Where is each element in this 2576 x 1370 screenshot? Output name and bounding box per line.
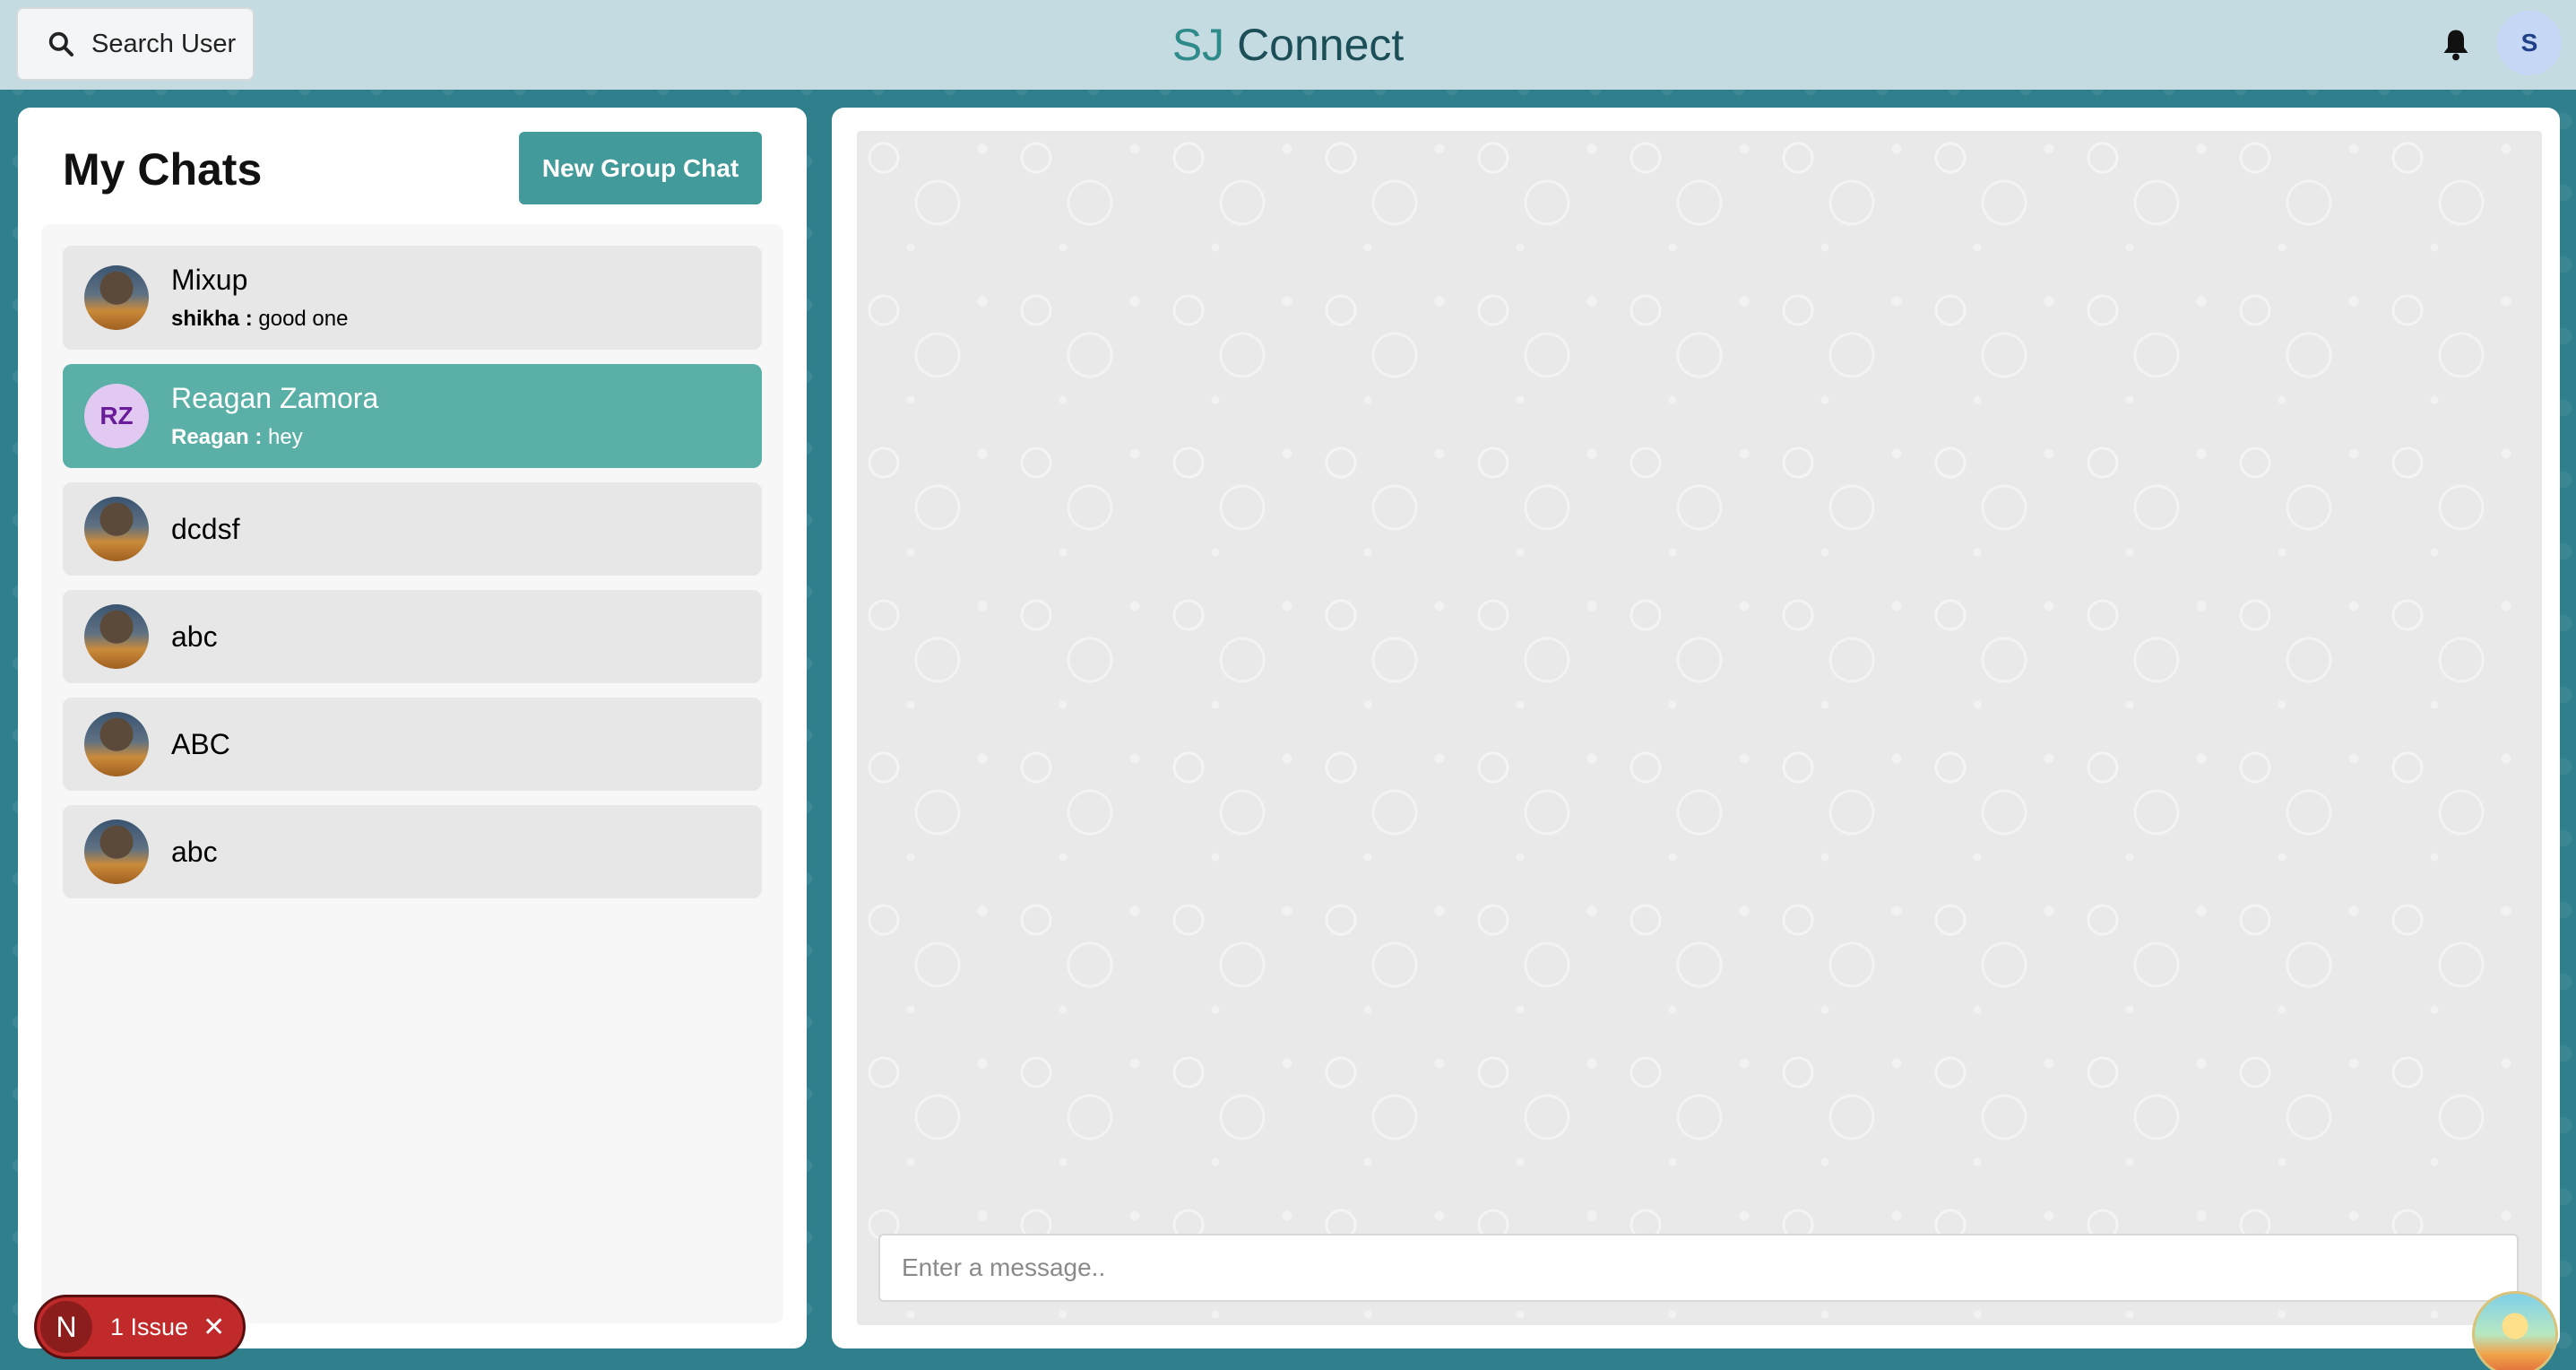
chat-name: Mixup	[171, 264, 248, 296]
top-bar: Search User SJ Connect S	[0, 0, 2576, 90]
chat-latest-sender: Reagan :	[171, 425, 263, 449]
chat-latest-text: hey	[268, 425, 303, 449]
chat-item-dcdsf[interactable]: dcdsf	[63, 482, 762, 576]
chat-background	[857, 131, 2542, 1325]
chat-item-abc-2[interactable]: abc	[63, 805, 762, 898]
avatar	[84, 712, 149, 776]
avatar	[84, 604, 149, 669]
chat-name: Reagan Zamora	[171, 382, 379, 414]
avatar	[84, 497, 149, 561]
new-group-chat-button[interactable]: New Group Chat	[519, 132, 762, 204]
chat-latest-message: Reagan : hey	[171, 425, 303, 450]
profile-avatar[interactable]: S	[2497, 11, 2562, 75]
chat-panel	[832, 108, 2560, 1348]
issue-badge[interactable]: N 1 Issue ✕	[34, 1295, 246, 1359]
message-input[interactable]	[878, 1234, 2519, 1302]
chat-item-mixup[interactable]: Mixup shikha : good one	[63, 246, 762, 350]
search-icon	[48, 31, 73, 56]
app-title: SJ Connect	[0, 0, 2576, 90]
chat-name: ABC	[171, 728, 230, 760]
issue-count: 1 Issue	[110, 1313, 189, 1340]
chat-name: abc	[171, 836, 218, 868]
brand-prefix: SJ	[1171, 20, 1225, 70]
chat-item-abc[interactable]: abc	[63, 590, 762, 683]
avatar	[84, 265, 149, 330]
search-user-label: Search User	[91, 29, 237, 58]
chat-item-reagan-zamora[interactable]: RZ Reagan Zamora Reagan : hey	[63, 364, 762, 468]
close-icon[interactable]: ✕	[203, 1312, 225, 1343]
bell-icon[interactable]	[2440, 27, 2472, 63]
brand-name: Connect	[1237, 20, 1405, 70]
chat-name: dcdsf	[171, 513, 240, 545]
next-logo-icon: N	[40, 1301, 92, 1353]
chat-latest-message: shikha : good one	[171, 307, 348, 332]
chat-latest-sender: shikha :	[171, 307, 253, 331]
avatar	[84, 819, 149, 884]
chat-list: Mixup shikha : good one RZ Reagan Zamora…	[41, 224, 783, 1323]
chat-latest-text: good one	[258, 307, 349, 331]
beach-widget-icon[interactable]	[2472, 1291, 2558, 1370]
my-chats-title: My Chats	[63, 144, 263, 195]
search-user-button[interactable]: Search User	[16, 7, 255, 81]
chat-item-abc-upper[interactable]: ABC	[63, 698, 762, 791]
my-chats-panel: My Chats New Group Chat Mixup shikha : g…	[18, 108, 807, 1348]
avatar: RZ	[84, 384, 149, 448]
chat-name: abc	[171, 620, 218, 653]
